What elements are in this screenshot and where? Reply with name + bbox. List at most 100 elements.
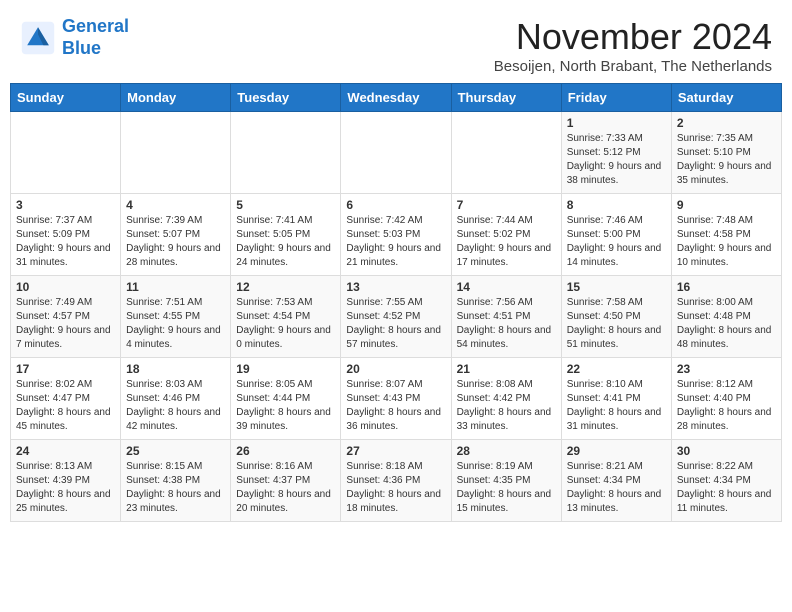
calendar-cell: 7 Sunrise: 7:44 AM Sunset: 5:02 PM Daylig… (451, 194, 561, 276)
calendar-cell (231, 112, 341, 194)
day-content: Sunrise: 8:13 AM Sunset: 4:39 PM Dayligh… (16, 460, 115, 516)
calendar-cell (451, 112, 561, 194)
day-number: 19 (236, 362, 335, 376)
day-content: Sunrise: 8:16 AM Sunset: 4:37 PM Dayligh… (236, 460, 335, 516)
calendar-week-4: 24 Sunrise: 8:13 AM Sunset: 4:39 PM Dayli… (11, 440, 782, 522)
calendar-cell: 15 Sunrise: 7:58 AM Sunset: 4:50 PM Dayli… (561, 276, 671, 358)
calendar-cell: 14 Sunrise: 7:56 AM Sunset: 4:51 PM Dayli… (451, 276, 561, 358)
day-content: Sunrise: 7:35 AM Sunset: 5:10 PM Dayligh… (677, 132, 776, 188)
calendar-body: 1 Sunrise: 7:33 AM Sunset: 5:12 PM Daylig… (11, 112, 782, 522)
day-number: 26 (236, 444, 335, 458)
calendar-cell: 12Sunrise: 7:53 AM Sunset: 4:54 PM Dayli… (231, 276, 341, 358)
day-number: 22 (567, 362, 666, 376)
calendar-cell: 1 Sunrise: 7:33 AM Sunset: 5:12 PM Daylig… (561, 112, 671, 194)
logo-text: General Blue (62, 16, 129, 59)
day-number: 8 (567, 198, 666, 212)
day-number: 6 (346, 198, 445, 212)
day-content: Sunrise: 7:42 AM Sunset: 5:03 PM Dayligh… (346, 214, 445, 270)
day-number: 15 (567, 280, 666, 294)
day-content: Sunrise: 8:05 AM Sunset: 4:44 PM Dayligh… (236, 378, 335, 434)
day-content: Sunrise: 8:08 AM Sunset: 4:42 PM Dayligh… (457, 378, 556, 434)
calendar-cell (341, 112, 451, 194)
calendar-cell: 19 Sunrise: 8:05 AM Sunset: 4:44 PM Dayli… (231, 358, 341, 440)
day-content: Sunrise: 7:56 AM Sunset: 4:51 PM Dayligh… (457, 296, 556, 352)
calendar-cell: 11 Sunrise: 7:51 AM Sunset: 4:55 PM Dayli… (121, 276, 231, 358)
col-tuesday: Tuesday (231, 84, 341, 112)
calendar-cell: 26 Sunrise: 8:16 AM Sunset: 4:37 PM Dayli… (231, 440, 341, 522)
day-content: Sunrise: 8:02 AM Sunset: 4:47 PM Dayligh… (16, 378, 115, 434)
day-content: Sunrise: 7:39 AM Sunset: 5:07 PM Dayligh… (126, 214, 225, 270)
day-content: Sunrise: 7:44 AM Sunset: 5:02 PM Dayligh… (457, 214, 556, 270)
day-content: Sunrise: 7:48 AM Sunset: 4:58 PM Dayligh… (677, 214, 776, 270)
calendar-cell: 18Sunrise: 8:03 AM Sunset: 4:46 PM Dayli… (121, 358, 231, 440)
calendar-cell (11, 112, 121, 194)
day-number: 10 (16, 280, 115, 294)
calendar-cell: 21Sunrise: 8:08 AM Sunset: 4:42 PM Dayli… (451, 358, 561, 440)
day-number: 30 (677, 444, 776, 458)
col-saturday: Saturday (671, 84, 781, 112)
calendar-cell: 3Sunrise: 7:37 AM Sunset: 5:09 PM Daylig… (11, 194, 121, 276)
col-sunday: Sunday (11, 84, 121, 112)
day-number: 16 (677, 280, 776, 294)
day-number: 13 (346, 280, 445, 294)
calendar-cell: 20 Sunrise: 8:07 AM Sunset: 4:43 PM Dayli… (341, 358, 451, 440)
location-subtitle: Besoijen, North Brabant, The Netherlands (494, 58, 772, 75)
day-number: 17 (16, 362, 115, 376)
calendar-cell: 16 Sunrise: 8:00 AM Sunset: 4:48 PM Dayli… (671, 276, 781, 358)
col-monday: Monday (121, 84, 231, 112)
day-number: 24 (16, 444, 115, 458)
calendar-cell: 24 Sunrise: 8:13 AM Sunset: 4:39 PM Dayli… (11, 440, 121, 522)
col-thursday: Thursday (451, 84, 561, 112)
day-number: 3 (16, 198, 115, 212)
calendar-table: Sunday Monday Tuesday Wednesday Thursday… (10, 83, 782, 522)
day-number: 11 (126, 280, 225, 294)
day-content: Sunrise: 8:12 AM Sunset: 4:40 PM Dayligh… (677, 378, 776, 434)
day-content: Sunrise: 7:55 AM Sunset: 4:52 PM Dayligh… (346, 296, 445, 352)
page-header: General Blue November 2024 Besoijen, Nor… (0, 0, 792, 83)
day-number: 9 (677, 198, 776, 212)
calendar-cell: 2 Sunrise: 7:35 AM Sunset: 5:10 PM Daylig… (671, 112, 781, 194)
calendar-cell: 30 Sunrise: 8:22 AM Sunset: 4:34 PM Dayli… (671, 440, 781, 522)
day-content: Sunrise: 8:15 AM Sunset: 4:38 PM Dayligh… (126, 460, 225, 516)
calendar-cell: 8 Sunrise: 7:46 AM Sunset: 5:00 PM Daylig… (561, 194, 671, 276)
day-content: Sunrise: 7:49 AM Sunset: 4:57 PM Dayligh… (16, 296, 115, 352)
day-number: 23 (677, 362, 776, 376)
calendar-cell: 23 Sunrise: 8:12 AM Sunset: 4:40 PM Dayli… (671, 358, 781, 440)
day-number: 5 (236, 198, 335, 212)
day-content: Sunrise: 8:21 AM Sunset: 4:34 PM Dayligh… (567, 460, 666, 516)
day-content: Sunrise: 7:51 AM Sunset: 4:55 PM Dayligh… (126, 296, 225, 352)
day-content: Sunrise: 7:33 AM Sunset: 5:12 PM Dayligh… (567, 132, 666, 188)
calendar-cell: 6 Sunrise: 7:42 AM Sunset: 5:03 PM Daylig… (341, 194, 451, 276)
day-content: Sunrise: 7:41 AM Sunset: 5:05 PM Dayligh… (236, 214, 335, 270)
day-number: 25 (126, 444, 225, 458)
month-title: November 2024 (494, 16, 772, 58)
day-number: 7 (457, 198, 556, 212)
day-content: Sunrise: 7:46 AM Sunset: 5:00 PM Dayligh… (567, 214, 666, 270)
day-number: 2 (677, 116, 776, 130)
calendar-cell: 29Sunrise: 8:21 AM Sunset: 4:34 PM Dayli… (561, 440, 671, 522)
calendar-cell: 22Sunrise: 8:10 AM Sunset: 4:41 PM Dayli… (561, 358, 671, 440)
day-content: Sunrise: 8:22 AM Sunset: 4:34 PM Dayligh… (677, 460, 776, 516)
day-number: 27 (346, 444, 445, 458)
day-content: Sunrise: 8:07 AM Sunset: 4:43 PM Dayligh… (346, 378, 445, 434)
logo-icon (20, 20, 56, 56)
calendar-cell: 5 Sunrise: 7:41 AM Sunset: 5:05 PM Daylig… (231, 194, 341, 276)
day-number: 28 (457, 444, 556, 458)
day-content: Sunrise: 8:19 AM Sunset: 4:35 PM Dayligh… (457, 460, 556, 516)
col-wednesday: Wednesday (341, 84, 451, 112)
calendar-week-1: 3Sunrise: 7:37 AM Sunset: 5:09 PM Daylig… (11, 194, 782, 276)
calendar-container: Sunday Monday Tuesday Wednesday Thursday… (0, 83, 792, 532)
calendar-cell: 25 Sunrise: 8:15 AM Sunset: 4:38 PM Dayli… (121, 440, 231, 522)
day-content: Sunrise: 7:53 AM Sunset: 4:54 PM Dayligh… (236, 296, 335, 352)
day-number: 1 (567, 116, 666, 130)
calendar-cell: 27 Sunrise: 8:18 AM Sunset: 4:36 PM Dayli… (341, 440, 451, 522)
day-content: Sunrise: 8:00 AM Sunset: 4:48 PM Dayligh… (677, 296, 776, 352)
day-content: Sunrise: 8:03 AM Sunset: 4:46 PM Dayligh… (126, 378, 225, 434)
day-content: Sunrise: 7:58 AM Sunset: 4:50 PM Dayligh… (567, 296, 666, 352)
calendar-cell: 13 Sunrise: 7:55 AM Sunset: 4:52 PM Dayli… (341, 276, 451, 358)
day-content: Sunrise: 8:18 AM Sunset: 4:36 PM Dayligh… (346, 460, 445, 516)
calendar-cell: 17 Sunrise: 8:02 AM Sunset: 4:47 PM Dayli… (11, 358, 121, 440)
day-number: 20 (346, 362, 445, 376)
day-number: 14 (457, 280, 556, 294)
calendar-week-3: 17 Sunrise: 8:02 AM Sunset: 4:47 PM Dayli… (11, 358, 782, 440)
